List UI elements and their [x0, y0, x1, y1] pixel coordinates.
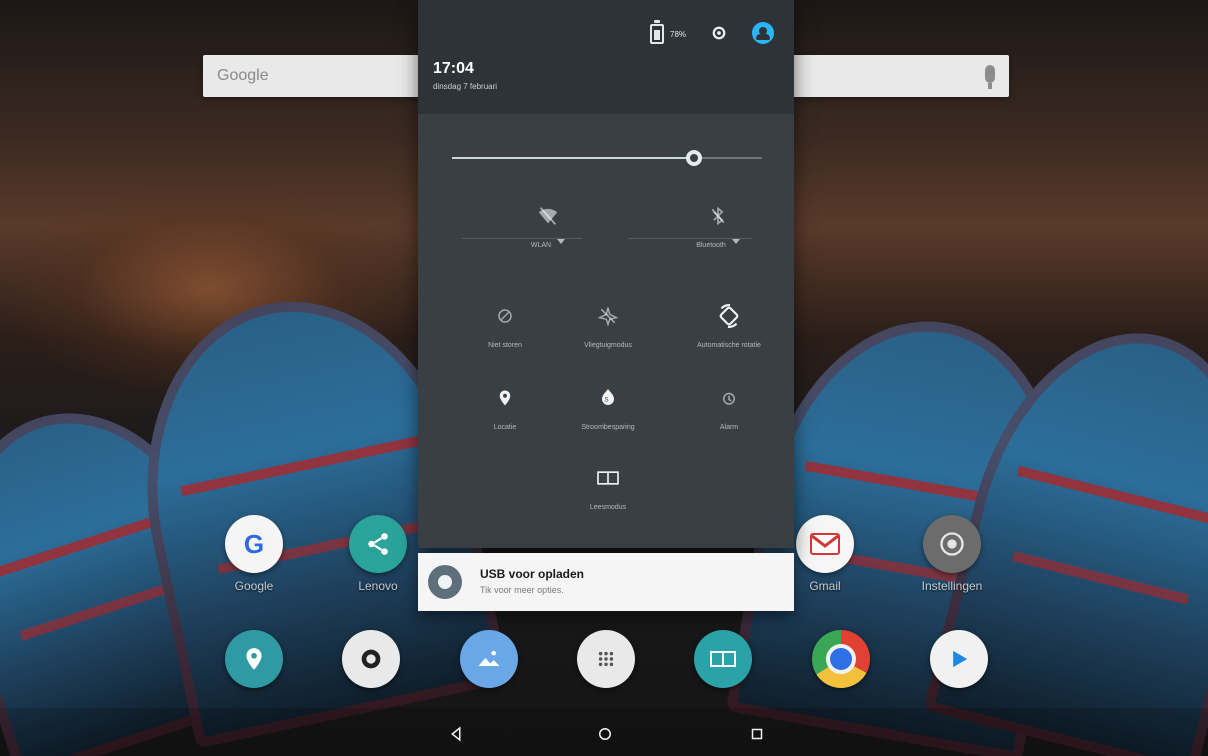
reading-mode-icon [592, 462, 624, 494]
tile-wifi-label: WLAN [530, 242, 552, 249]
dock-app-drawer-icon[interactable] [577, 630, 635, 688]
airplane-icon [592, 300, 624, 332]
divider [628, 238, 752, 239]
chrome-center [826, 644, 856, 674]
clock-date: dinsdag 7 februari [433, 82, 498, 91]
brightness-knob[interactable] [685, 150, 702, 166]
power-saver-icon: S [592, 382, 624, 414]
tile-wifi[interactable]: WLAN [488, 200, 608, 249]
bluetooth-off-icon [702, 200, 734, 232]
usb-notification-subtitle: Tik voor meer opties. [480, 585, 564, 595]
divider [462, 238, 582, 239]
dock-chrome-icon[interactable] [812, 630, 870, 688]
recents-icon[interactable] [745, 722, 769, 746]
dock-gallery-icon[interactable] [460, 630, 518, 688]
settings-icon [923, 515, 981, 573]
usb-notification-icon-inner [438, 575, 452, 589]
tile-bluetooth-label: Bluetooth [696, 242, 726, 249]
tile-airplane-mode[interactable]: Vliegtuigmodus [553, 300, 663, 349]
location-pin-icon [489, 382, 521, 414]
app-label-settings: Instellingen [921, 579, 983, 593]
app-label-google: Google [234, 579, 274, 593]
microphone-icon[interactable] [985, 65, 995, 89]
tile-location-label: Locatie [493, 424, 517, 431]
dock-camera-icon[interactable] [342, 630, 400, 688]
quick-settings-header: 78% 17:04 dinsdag 7 februari [418, 0, 794, 114]
battery-percent: 78% [670, 29, 687, 39]
app-label-lenovo: Lenovo [358, 579, 398, 593]
caret-down-icon [557, 238, 566, 244]
gmail-icon [796, 515, 854, 573]
app-google[interactable]: G Google [209, 515, 299, 593]
alarm-icon [713, 382, 745, 414]
google-icon: G [225, 515, 283, 573]
tile-alarm[interactable]: Alarm [666, 382, 792, 431]
usb-charging-notification[interactable]: USB voor opladen Tik voor meer opties. [418, 553, 794, 611]
google-search-label: Google [217, 67, 269, 84]
tile-do-not-disturb[interactable]: Niet storen [450, 300, 560, 349]
tile-power-saver-label: Stroombesparing [581, 424, 635, 431]
tile-alarm-label: Alarm [719, 424, 739, 431]
app-settings[interactable]: Instellingen [907, 515, 997, 593]
caret-down-icon [731, 238, 740, 244]
tile-location[interactable]: Locatie [450, 382, 560, 431]
user-avatar-icon[interactable] [752, 22, 774, 44]
back-icon[interactable] [444, 722, 468, 746]
tile-bluetooth[interactable]: Bluetooth [658, 200, 778, 249]
home-icon[interactable] [593, 722, 617, 746]
bluetooth-dropdown[interactable]: Bluetooth [658, 232, 778, 249]
battery-icon [650, 20, 664, 44]
do-not-disturb-icon [489, 300, 521, 332]
tile-do-not-disturb-label: Niet storen [488, 342, 522, 349]
dock-reader-icon[interactable] [694, 630, 752, 688]
usb-notification-icon [428, 565, 462, 599]
navigation-bar [0, 708, 1208, 756]
wifi-dropdown[interactable]: WLAN [488, 232, 608, 249]
clock-time: 17:04 [433, 60, 474, 77]
usb-notification-title: USB voor opladen [480, 567, 585, 581]
battery-status: 78% [650, 20, 687, 44]
quick-settings-panel: 78% 17:04 dinsdag 7 februari WLAN Blueto… [418, 0, 794, 548]
tile-auto-rotate[interactable]: Automatische rotatie [666, 300, 792, 349]
dock-play-store-icon[interactable] [930, 630, 988, 688]
share-icon [349, 515, 407, 573]
tile-power-saver[interactable]: S Stroombesparing [553, 382, 663, 431]
app-lenovo[interactable]: Lenovo [333, 515, 423, 593]
dock [0, 624, 1208, 706]
tile-auto-rotate-label: Automatische rotatie [697, 342, 761, 349]
settings-gear-icon[interactable] [710, 24, 728, 42]
wifi-off-icon [532, 200, 564, 232]
brightness-slider[interactable] [452, 150, 762, 166]
auto-rotate-icon [713, 300, 745, 332]
svg-text:S: S [605, 398, 609, 404]
dock-maps-icon[interactable] [225, 630, 283, 688]
brightness-fill [452, 157, 694, 159]
tile-reading-mode[interactable]: Leesmodus [553, 462, 663, 511]
tile-airplane-mode-label: Vliegtuigmodus [584, 342, 632, 349]
user-body [756, 34, 770, 40]
tile-reading-mode-label: Leesmodus [589, 504, 627, 511]
